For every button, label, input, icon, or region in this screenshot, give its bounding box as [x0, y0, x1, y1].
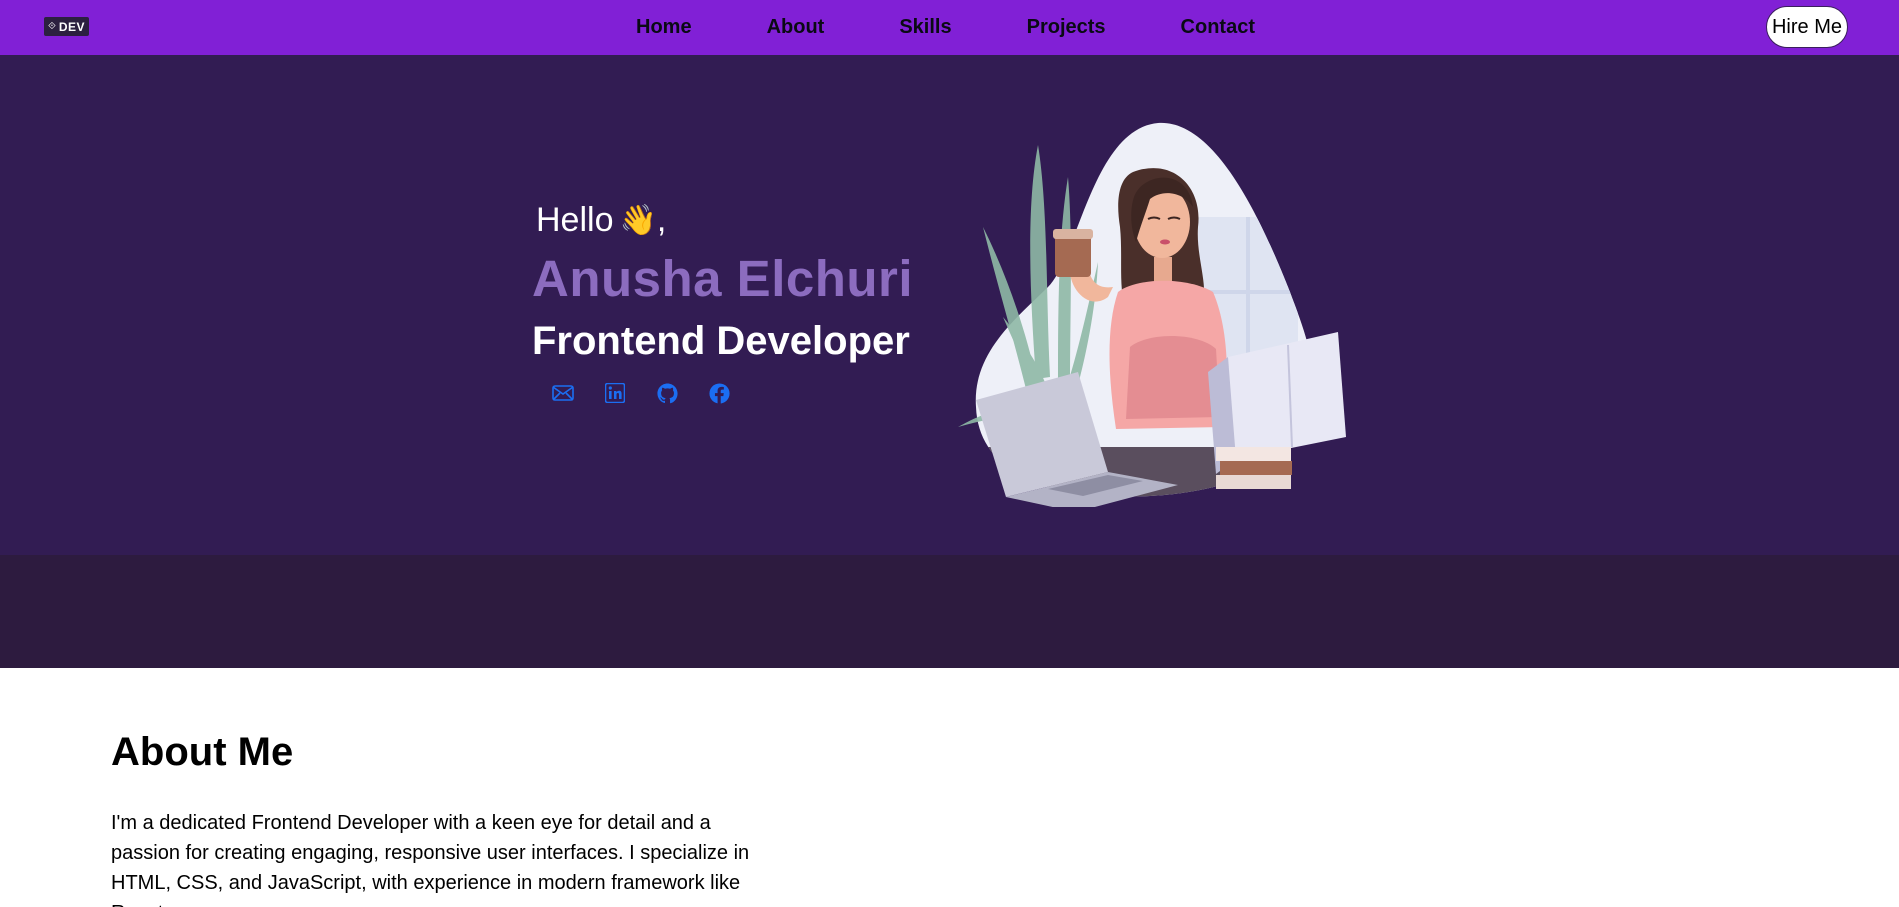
nav-link-contact[interactable]: Contact	[1181, 16, 1255, 39]
code-icon: ⟐	[48, 20, 56, 32]
github-icon[interactable]	[656, 382, 678, 404]
logo-text: DEV	[58, 19, 86, 34]
hero-illustration	[958, 117, 1348, 512]
nav-link-projects[interactable]: Projects	[1027, 16, 1106, 39]
about-section: About Me I'm a dedicated Frontend Develo…	[0, 668, 1899, 907]
nav-link-about[interactable]: About	[767, 16, 825, 39]
wave-hand-icon: 👋	[619, 203, 657, 238]
nav-links: Home About Skills Projects Contact	[636, 0, 1255, 55]
navbar: ⟐ DEV Home About Skills Projects Contact…	[0, 0, 1899, 55]
hero-name: Anusha Elchuri	[532, 250, 914, 307]
nav-link-home[interactable]: Home	[636, 16, 692, 39]
hero-role: Frontend Developer	[532, 319, 910, 363]
hire-me-button[interactable]: Hire Me	[1766, 6, 1848, 48]
section-divider	[0, 555, 1899, 668]
greeting-suffix: ,	[656, 201, 667, 239]
about-title: About Me	[111, 730, 294, 774]
hero-greeting: Hello 👋 ,	[536, 201, 913, 240]
facebook-icon[interactable]	[708, 382, 730, 404]
email-icon[interactable]	[552, 382, 574, 404]
greeting-text: Hello	[536, 201, 614, 239]
linkedin-icon[interactable]	[604, 382, 626, 404]
hero-section: Hello 👋 , Anusha Elchuri Frontend Develo…	[0, 55, 1899, 555]
social-links	[552, 382, 913, 404]
logo[interactable]: ⟐ DEV	[44, 17, 90, 36]
hero-text: Hello 👋 , Anusha Elchuri Frontend Develo…	[532, 201, 913, 404]
about-text: I'm a dedicated Frontend Developer with …	[111, 812, 750, 907]
nav-link-skills[interactable]: Skills	[899, 16, 951, 39]
